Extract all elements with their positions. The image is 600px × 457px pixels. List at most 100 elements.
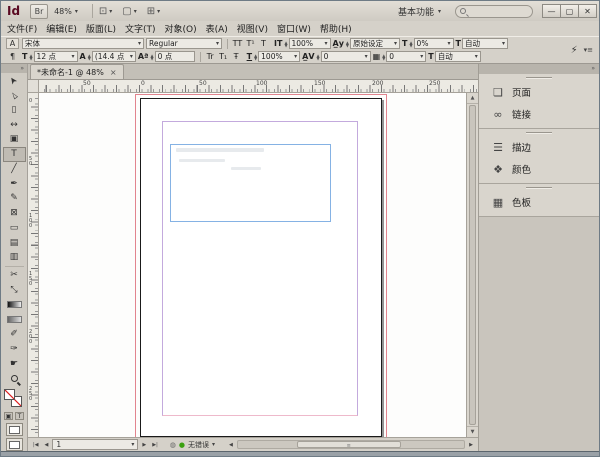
underline-button[interactable]: T (257, 39, 270, 48)
content-collector-tool[interactable]: ▣ (3, 132, 26, 147)
eyedropper-tool[interactable]: ✑ (3, 342, 26, 357)
stepper-icon[interactable]: ▲▼ (254, 54, 257, 60)
font-size-field[interactable]: 12 点 ▾ (34, 51, 78, 62)
horizontal-scrollbar[interactable]: ◀ ≡ ▶ (227, 440, 475, 449)
stepper-icon[interactable]: ▲▼ (29, 54, 32, 60)
grid-count-field[interactable]: 0 ▾ (386, 51, 426, 62)
scroll-left-icon[interactable]: ◀ (227, 442, 235, 448)
menu-table[interactable]: 表(A) (206, 22, 228, 35)
horizontal-scale-field[interactable]: 100% ▾ (258, 51, 300, 62)
vertical-grid-tool[interactable]: ▥ (3, 250, 26, 265)
scroll-right-icon[interactable]: ▶ (467, 442, 475, 448)
panel-group-grip[interactable] (479, 184, 599, 191)
panel-group-grip[interactable] (479, 129, 599, 136)
document-tab[interactable]: *未命名-1 @ 48% × (30, 64, 124, 79)
font-style-select[interactable]: Regular ▾ (146, 38, 222, 49)
search-input[interactable] (455, 5, 533, 18)
stepper-icon[interactable]: ▲▼ (88, 54, 91, 60)
gap-tool[interactable]: ↔ (3, 117, 26, 132)
font-family-select[interactable]: 宋体 ▾ (22, 38, 144, 49)
workspace-switcher[interactable]: 基本功能 ▾ (398, 5, 441, 18)
dock-collapse-icon[interactable]: » (479, 64, 599, 74)
menu-edit[interactable]: 编辑(E) (46, 22, 77, 35)
stepper-icon[interactable]: ▲▼ (317, 54, 320, 60)
line-tool[interactable]: ╱ (3, 162, 26, 177)
menu-file[interactable]: 文件(F) (7, 22, 37, 35)
panel-color[interactable]: ❖ 颜色 (479, 158, 599, 180)
small-caps-button[interactable]: Tr (204, 52, 217, 61)
vertical-scrollbar-thumb[interactable] (469, 105, 476, 425)
view-mode-button[interactable] (6, 438, 23, 451)
gradient-swatch-tool[interactable] (3, 297, 26, 312)
vertical-scrollbar[interactable]: ▲ ▼ (466, 93, 478, 437)
apply-none-button[interactable] (6, 423, 23, 436)
stepper-icon[interactable]: ▲▼ (346, 41, 349, 47)
superscript-button[interactable]: T¹ (244, 39, 257, 48)
pasteboard[interactable]: 0 50 100 150 200 250 ▲ (28, 93, 478, 437)
panel-pages[interactable]: ❏ 页面 (479, 81, 599, 103)
panel-group-grip[interactable] (479, 74, 599, 81)
note-tool[interactable]: ✐ (3, 327, 26, 342)
kerning-field[interactable]: 原始设定 ▾ (350, 38, 400, 49)
rectangle-tool[interactable]: ▭ (3, 221, 26, 236)
scroll-up-icon[interactable]: ▲ (467, 93, 478, 104)
previous-page-button[interactable]: ◀ (43, 442, 51, 448)
panel-stroke[interactable]: ☰ 描边 (479, 136, 599, 158)
baseline-shift-field[interactable]: 0 点 (155, 51, 195, 62)
horizontal-ruler[interactable]: 50 0 50 100 150 200 250 (39, 80, 478, 92)
tracking-field[interactable]: 0 ▾ (321, 51, 371, 62)
zoom-level-dropdown[interactable]: 48% ▾ (54, 7, 78, 16)
screen-mode-dropdown[interactable]: ▢ ▾ (122, 6, 136, 17)
free-transform-tool[interactable]: ⤡ (3, 283, 26, 298)
close-tab-icon[interactable]: × (110, 68, 117, 77)
quick-apply-icon[interactable]: ⚡ (571, 45, 578, 56)
frame-tool[interactable]: ⊠ (3, 206, 26, 221)
leading-field[interactable]: (14.4 点 ▾ (92, 51, 136, 62)
panel-menu-icon[interactable]: ▾≡ (584, 46, 593, 54)
character-formatting-button[interactable]: A (6, 38, 19, 49)
vertical-ruler[interactable]: 0 50 100 150 200 250 (28, 93, 39, 437)
maximize-button[interactable]: ▢ (560, 4, 579, 18)
minimize-button[interactable]: — (542, 4, 561, 18)
menu-window[interactable]: 窗口(W) (277, 22, 311, 35)
page-number-dropdown[interactable]: 1 ▾ (52, 439, 138, 450)
preflight-status[interactable]: ◍ ● 无错误 ▾ (170, 440, 215, 450)
fill-swatch[interactable] (4, 389, 15, 400)
close-button[interactable]: ✕ (578, 4, 597, 18)
menu-type[interactable]: 文字(T) (125, 22, 156, 35)
tools-collapse-icon[interactable]: » (1, 64, 27, 73)
space-before-field[interactable]: 自动 ▾ (462, 38, 508, 49)
space-after-field[interactable]: 自动 ▾ (435, 51, 481, 62)
pen-tool[interactable]: ✒ (3, 176, 26, 191)
menu-layout[interactable]: 版面(L) (86, 22, 116, 35)
ruler-origin-box[interactable] (28, 80, 39, 92)
all-caps-button[interactable]: TT (231, 39, 244, 48)
direct-selection-tool[interactable]: ▻ (3, 88, 26, 103)
next-page-button[interactable]: ▶ (140, 442, 148, 448)
panel-links[interactable]: ∞ 链接 (479, 103, 599, 125)
subscript-button[interactable]: T₁ (217, 52, 230, 61)
arrange-documents-dropdown[interactable]: ⊞ ▾ (147, 6, 160, 17)
menu-help[interactable]: 帮助(H) (320, 22, 352, 35)
gradient-feather-tool[interactable] (3, 312, 26, 327)
menu-view[interactable]: 视图(V) (237, 22, 268, 35)
text-frame[interactable] (170, 144, 331, 222)
panel-swatches[interactable]: ▦ 色板 (479, 191, 599, 213)
horizontal-scrollbar-thumb[interactable]: ≡ (297, 441, 401, 448)
hand-tool[interactable]: ☛ (3, 356, 26, 371)
zoom-tool[interactable] (3, 371, 26, 386)
type-tool[interactable]: T (3, 147, 26, 162)
pencil-tool[interactable]: ✎ (3, 191, 26, 206)
last-page-button[interactable]: ▶| (150, 442, 160, 448)
bridge-button[interactable]: Br (30, 4, 48, 19)
horizontal-grid-tool[interactable]: ▤ (3, 235, 26, 250)
menu-object[interactable]: 对象(O) (165, 22, 197, 35)
formatting-affects-container-button[interactable]: ▣ (4, 412, 13, 420)
selection-tool[interactable]: ➤ (3, 73, 26, 88)
scroll-down-icon[interactable]: ▼ (467, 426, 478, 437)
proportional-spacing-field[interactable]: 0% ▾ (414, 38, 454, 49)
vertical-scale-field[interactable]: 100% ▾ (289, 38, 331, 49)
page-tool[interactable]: ▯ (3, 103, 26, 118)
stepper-icon[interactable]: ▲▼ (151, 54, 154, 60)
horizontal-scrollbar-track[interactable]: ≡ (237, 440, 465, 449)
